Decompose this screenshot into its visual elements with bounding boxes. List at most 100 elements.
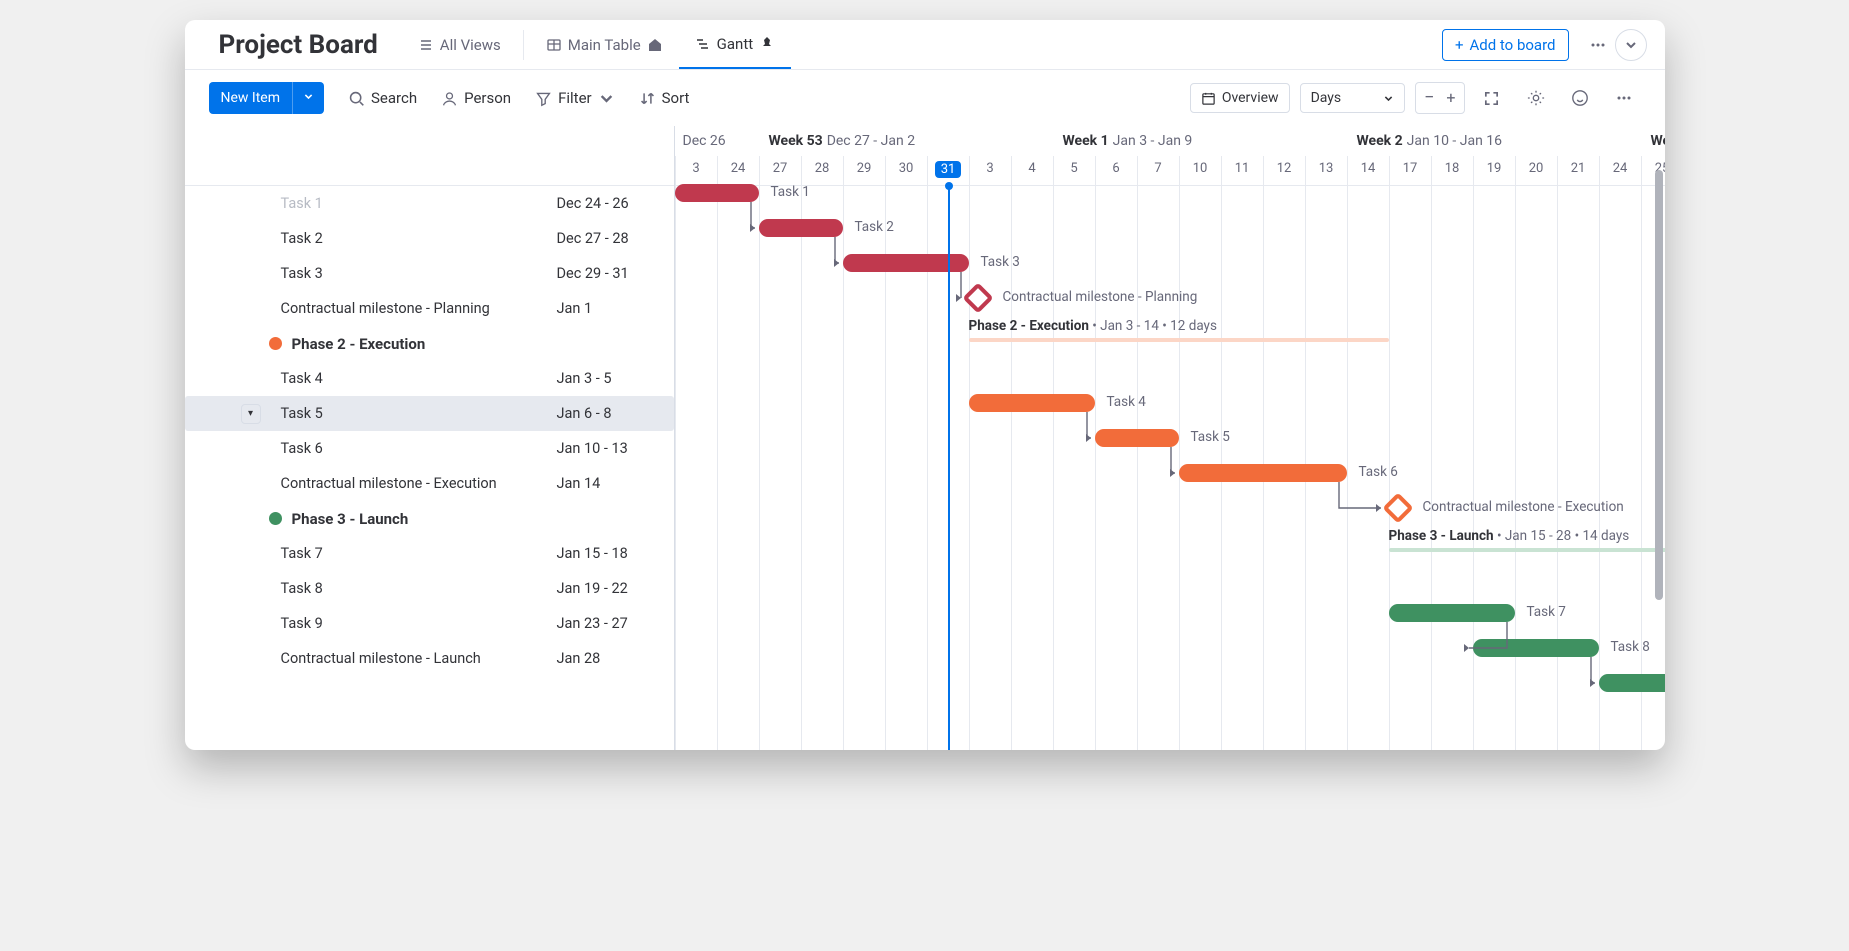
filter-tool[interactable]: Filter — [535, 89, 615, 107]
task-row[interactable]: Task 2Dec 27 - 28 — [185, 221, 674, 256]
search-icon — [348, 90, 365, 107]
week-label: Dec 26 — [675, 133, 765, 149]
day-cell: 5 — [1053, 156, 1095, 186]
week-label: Week 1Jan 3 - Jan 9 — [1059, 133, 1353, 149]
settings-button[interactable] — [1519, 81, 1553, 115]
toolbar: New Item Search Person Filter Sort Over — [185, 70, 1665, 126]
feedback-button[interactable] — [1563, 81, 1597, 115]
view-tabs: All Views Main Table Gantt — [402, 20, 791, 69]
day-cell: 3 — [969, 156, 1011, 186]
gantt-bar[interactable] — [1599, 674, 1665, 692]
timescale-dropdown[interactable]: Days — [1300, 83, 1406, 113]
task-row[interactable]: ▾Task 5Jan 6 - 8 — [185, 396, 674, 431]
day-cell: 10 — [1179, 156, 1221, 186]
milestone-label: Contractual milestone - Execution — [1423, 499, 1624, 515]
sort-tool[interactable]: Sort — [639, 89, 690, 107]
pin-icon — [759, 36, 775, 52]
gantt-bar[interactable] — [1095, 429, 1179, 447]
task-row[interactable]: Task 6Jan 10 - 13 — [185, 431, 674, 466]
tab-all-views[interactable]: All Views — [402, 20, 517, 69]
gantt-bar[interactable] — [969, 394, 1095, 412]
scrollbar[interactable] — [1655, 170, 1663, 600]
day-cell: 7 — [1137, 156, 1179, 186]
zoom-in-button[interactable]: + — [1446, 90, 1455, 106]
task-row[interactable]: Task 9Jan 23 - 27 — [185, 606, 674, 641]
day-cell: 30 — [885, 156, 927, 186]
topbar: Project Board All Views Main Table Gantt… — [185, 20, 1665, 70]
group-header[interactable]: Phase 3 - Launch — [185, 501, 674, 536]
milestone-label: Contractual milestone - Planning — [1003, 289, 1198, 305]
gantt-bar[interactable] — [675, 184, 759, 202]
day-cell: 27 — [759, 156, 801, 186]
gantt-bar[interactable] — [1389, 604, 1515, 622]
table-icon — [546, 37, 562, 53]
gantt-bar-label: Task 4 — [1107, 394, 1146, 410]
overview-dropdown[interactable]: Overview — [1190, 83, 1290, 113]
gantt-bar[interactable] — [843, 254, 969, 272]
task-list-sidebar: Task 1Dec 24 - 26Task 2Dec 27 - 28Task 3… — [185, 126, 675, 750]
task-row[interactable]: Task 8Jan 19 - 22 — [185, 571, 674, 606]
zoom-out-button[interactable]: − — [1424, 89, 1434, 107]
day-cell: 24 — [1599, 156, 1641, 186]
expand-caret-icon[interactable]: ▾ — [241, 404, 261, 424]
phase-summary-bar[interactable] — [1389, 548, 1665, 552]
chevron-down-icon — [1624, 38, 1638, 52]
day-cell: 17 — [1389, 156, 1431, 186]
page-title: Project Board — [219, 30, 378, 60]
task-row[interactable]: Contractual milestone - ExecutionJan 14 — [185, 466, 674, 501]
gantt-bar-label: Task 8 — [1611, 639, 1650, 655]
list-icon — [418, 37, 434, 53]
day-cell: 28 — [801, 156, 843, 186]
phase-summary-label: Phase 2 - Execution • Jan 3 - 14 • 12 da… — [969, 318, 1217, 334]
gantt-bar-label: Task 2 — [855, 219, 894, 235]
more-menu-button[interactable] — [1581, 28, 1615, 62]
new-item-dropdown[interactable] — [292, 82, 324, 114]
collapse-button[interactable] — [1615, 29, 1647, 61]
gantt-bar[interactable] — [759, 219, 843, 237]
app-window: Project Board All Views Main Table Gantt… — [185, 20, 1665, 750]
day-cell: 3 — [675, 156, 717, 186]
gantt-bar[interactable] — [1179, 464, 1347, 482]
divider — [523, 30, 524, 60]
smile-icon — [1571, 89, 1589, 107]
gantt-bar[interactable] — [1473, 639, 1599, 657]
task-row[interactable]: Task 4Jan 3 - 5 — [185, 361, 674, 396]
gantt-icon — [695, 36, 711, 52]
task-row[interactable]: Contractual milestone - PlanningJan 1 — [185, 291, 674, 326]
zoom-control: − + — [1415, 82, 1464, 114]
task-row[interactable]: Task 1Dec 24 - 26 — [185, 186, 674, 221]
gantt-view: Task 1Dec 24 - 26Task 2Dec 27 - 28Task 3… — [185, 126, 1665, 750]
search-tool[interactable]: Search — [348, 89, 417, 107]
gantt-bar-label: Task 3 — [981, 254, 1020, 270]
task-row[interactable]: Task 3Dec 29 - 31 — [185, 256, 674, 291]
task-row[interactable]: Contractual milestone - LaunchJan 28 — [185, 641, 674, 676]
task-row[interactable]: Task 7Jan 15 - 18 — [185, 536, 674, 571]
gantt-bar-label: Task 5 — [1191, 429, 1230, 445]
expand-icon — [1483, 90, 1500, 107]
add-to-board-button[interactable]: + Add to board — [1442, 29, 1569, 61]
fullscreen-button[interactable] — [1475, 81, 1509, 115]
day-cell: 29 — [843, 156, 885, 186]
gantt-chart[interactable]: Dec 26Week 53Dec 27 - Jan 2Week 1Jan 3 -… — [675, 126, 1665, 750]
phase-summary-bar[interactable] — [969, 338, 1389, 342]
dots-icon — [1615, 89, 1633, 107]
day-cell: 12 — [1263, 156, 1305, 186]
day-cell: 11 — [1221, 156, 1263, 186]
gantt-bar-label: Task 6 — [1359, 464, 1398, 480]
more-button[interactable] — [1607, 81, 1641, 115]
person-icon — [441, 90, 458, 107]
gantt-bar-label: Task 1 — [771, 184, 810, 200]
tab-gantt[interactable]: Gantt — [679, 20, 791, 69]
week-label: Week 3Jan 17 - Jan 23 — [1647, 133, 1665, 149]
chevron-down-icon — [303, 91, 314, 102]
day-cell: 4 — [1011, 156, 1053, 186]
day-cell: 13 — [1305, 156, 1347, 186]
new-item-button[interactable]: New Item — [209, 82, 325, 114]
tab-main-table[interactable]: Main Table — [530, 20, 679, 69]
dots-icon — [1589, 36, 1607, 54]
chevron-down-icon — [598, 90, 615, 107]
sort-icon — [639, 90, 656, 107]
timeline-header: Dec 26Week 53Dec 27 - Jan 2Week 1Jan 3 -… — [675, 126, 1665, 186]
group-header[interactable]: Phase 2 - Execution — [185, 326, 674, 361]
person-tool[interactable]: Person — [441, 89, 511, 107]
